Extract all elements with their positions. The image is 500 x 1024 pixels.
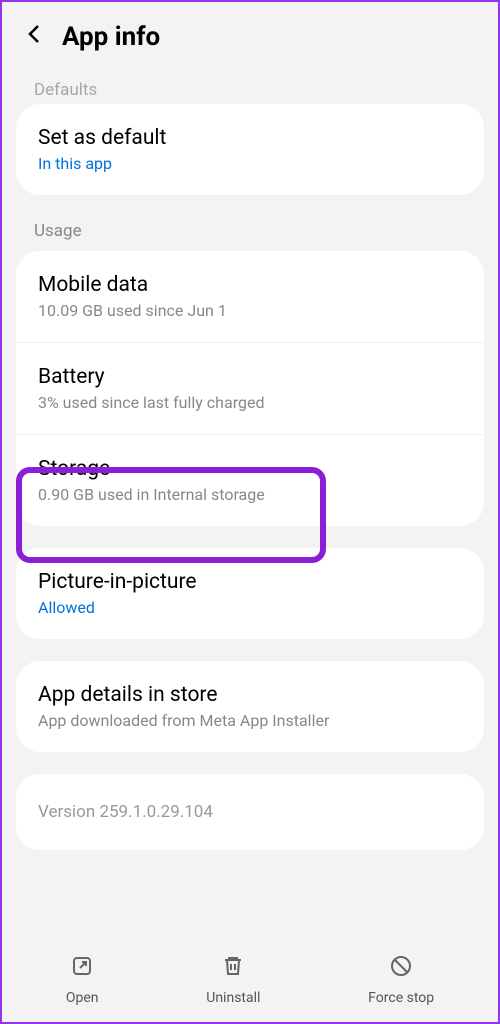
storage-item[interactable]: Storage 0.90 GB used in Internal storage	[16, 434, 484, 526]
version-card: Version 259.1.0.29.104	[16, 774, 484, 850]
section-label-usage: Usage	[2, 195, 498, 251]
set-as-default-sub: In this app	[38, 154, 462, 173]
stop-icon	[389, 954, 413, 982]
back-icon[interactable]	[26, 22, 44, 52]
usage-card: Mobile data 10.09 GB used since Jun 1 Ba…	[16, 251, 484, 526]
mobile-data-sub: 10.09 GB used since Jun 1	[38, 301, 462, 320]
mobile-data-title: Mobile data	[38, 273, 462, 297]
uninstall-label: Uninstall	[206, 990, 260, 1006]
pip-sub: Allowed	[38, 598, 462, 617]
picture-in-picture-item[interactable]: Picture-in-picture Allowed	[16, 548, 484, 639]
open-label: Open	[66, 990, 99, 1006]
app-details-item[interactable]: App details in store App downloaded from…	[16, 661, 484, 752]
bottom-action-bar: Open Uninstall Force stop	[2, 936, 498, 1022]
trash-icon	[221, 954, 245, 982]
app-details-card: App details in store App downloaded from…	[16, 661, 484, 752]
battery-title: Battery	[38, 365, 462, 389]
open-icon	[70, 954, 94, 982]
defaults-card: Set as default In this app	[16, 104, 484, 195]
app-details-title: App details in store	[38, 683, 462, 707]
app-info-header: App info	[2, 2, 498, 62]
battery-sub: 3% used since last fully charged	[38, 393, 462, 412]
mobile-data-item[interactable]: Mobile data 10.09 GB used since Jun 1	[16, 251, 484, 342]
storage-title: Storage	[38, 457, 462, 481]
force-stop-button[interactable]: Force stop	[368, 954, 434, 1006]
page-title: App info	[62, 22, 160, 52]
version-text: Version 259.1.0.29.104	[38, 802, 213, 822]
section-label-defaults: Defaults	[2, 62, 498, 104]
pip-title: Picture-in-picture	[38, 570, 462, 594]
app-details-sub: App downloaded from Meta App Installer	[38, 711, 462, 730]
set-as-default-title: Set as default	[38, 126, 462, 150]
battery-item[interactable]: Battery 3% used since last fully charged	[16, 342, 484, 434]
force-stop-label: Force stop	[368, 990, 434, 1006]
pip-card: Picture-in-picture Allowed	[16, 548, 484, 639]
set-as-default-item[interactable]: Set as default In this app	[16, 104, 484, 195]
storage-sub: 0.90 GB used in Internal storage	[38, 485, 462, 504]
uninstall-button[interactable]: Uninstall	[206, 954, 260, 1006]
open-button[interactable]: Open	[66, 954, 99, 1006]
